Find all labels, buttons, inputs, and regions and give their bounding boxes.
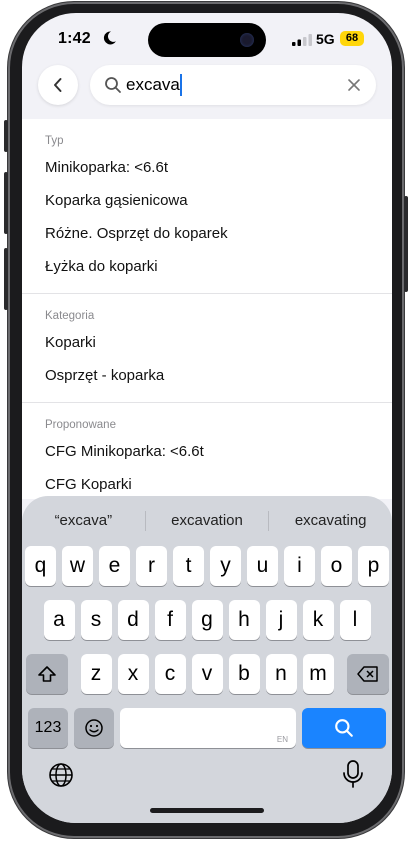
key-o[interactable]: o: [321, 546, 352, 586]
section-type: Typ Minikoparka: <6.6t Koparka gąsienico…: [22, 119, 392, 283]
key-e[interactable]: e: [99, 546, 130, 586]
microphone-icon[interactable]: [338, 758, 368, 790]
shift-key[interactable]: [25, 654, 68, 694]
suggestion-excavation[interactable]: excavation: [146, 504, 269, 538]
numbers-key[interactable]: 123: [28, 708, 68, 748]
back-button[interactable]: [38, 65, 78, 105]
volume-up-button: [4, 172, 8, 234]
suggestion-excavating[interactable]: excavating: [269, 504, 392, 538]
key-d[interactable]: d: [117, 600, 149, 640]
key-v[interactable]: v: [191, 654, 223, 694]
key-row-4: 123 EN: [22, 708, 392, 748]
key-a[interactable]: a: [43, 600, 75, 640]
suggestion-literal[interactable]: “excava”: [22, 504, 145, 538]
list-item[interactable]: CFG Minikoparka: <6.6t: [45, 435, 369, 468]
key-t[interactable]: t: [173, 546, 204, 586]
key-row-3: z x c v b n m: [22, 654, 392, 694]
shift-icon: [37, 666, 56, 682]
section-label: Kategoria: [45, 310, 95, 322]
network-label: 5G: [316, 31, 335, 47]
camera-icon: [240, 33, 254, 47]
status-time: 1:42: [58, 30, 91, 47]
key-g[interactable]: g: [191, 600, 223, 640]
list-item[interactable]: Minikoparka: <6.6t: [45, 151, 369, 184]
search-results: Typ Minikoparka: <6.6t Koparka gąsienico…: [22, 119, 392, 499]
key-m[interactable]: m: [302, 654, 334, 694]
key-l[interactable]: l: [339, 600, 371, 640]
search-key[interactable]: [302, 708, 386, 748]
emoji-icon: [85, 719, 103, 737]
moon-icon: [103, 31, 116, 45]
text-caret: [180, 74, 182, 96]
search-bar[interactable]: [90, 65, 376, 105]
volume-down-button: [4, 248, 8, 310]
key-i[interactable]: i: [284, 546, 315, 586]
list-item[interactable]: Łyżka do koparki: [45, 250, 369, 283]
keyboard: “excava” excavation excavating q w e r t…: [22, 496, 392, 823]
status-bar: 1:42 5G 68: [22, 13, 392, 63]
section-category: Kategoria Koparki Osprzęt - koparka: [22, 294, 392, 392]
key-f[interactable]: f: [154, 600, 186, 640]
search-icon: [335, 719, 353, 737]
key-p[interactable]: p: [358, 546, 389, 586]
screen: 1:42 5G 68 Typ Minikoparka: <6.6t Kopark…: [22, 13, 392, 823]
key-z[interactable]: z: [80, 654, 112, 694]
space-key[interactable]: EN: [120, 708, 296, 748]
suggestion-bar: “excava” excavation excavating: [22, 504, 392, 538]
backspace-icon: [356, 666, 378, 682]
list-item[interactable]: Różne. Osprzęt do koparek: [45, 217, 369, 250]
emoji-key[interactable]: [74, 708, 114, 748]
key-c[interactable]: c: [154, 654, 186, 694]
battery-badge: 68: [340, 31, 364, 46]
key-n[interactable]: n: [265, 654, 297, 694]
key-x[interactable]: x: [117, 654, 149, 694]
section-label: Typ: [45, 135, 64, 147]
globe-icon[interactable]: [46, 760, 76, 790]
chevron-left-icon: [54, 78, 62, 92]
key-w[interactable]: w: [62, 546, 93, 586]
key-s[interactable]: s: [80, 600, 112, 640]
key-y[interactable]: y: [210, 546, 241, 586]
key-b[interactable]: b: [228, 654, 260, 694]
section-suggested: Proponowane CFG Minikoparka: <6.6t CFG K…: [22, 403, 392, 501]
action-button: [4, 120, 8, 152]
key-u[interactable]: u: [247, 546, 278, 586]
key-q[interactable]: q: [25, 546, 56, 586]
signal-icon: [292, 34, 312, 46]
list-item[interactable]: Osprzęt - koparka: [45, 359, 369, 392]
close-icon[interactable]: [346, 77, 362, 93]
dynamic-island: [148, 23, 266, 57]
backspace-key[interactable]: [346, 654, 389, 694]
home-indicator[interactable]: [150, 808, 264, 813]
search-icon: [105, 77, 121, 93]
list-item[interactable]: Koparka gąsienicowa: [45, 184, 369, 217]
power-button: [404, 196, 408, 292]
key-row-2: a s d f g h j k l: [22, 600, 392, 640]
keyboard-language-label: EN: [276, 735, 288, 744]
key-j[interactable]: j: [265, 600, 297, 640]
section-label: Proponowane: [45, 419, 116, 431]
key-h[interactable]: h: [228, 600, 260, 640]
search-input[interactable]: [126, 75, 326, 95]
list-item[interactable]: Koparki: [45, 326, 369, 359]
key-row-1: q w e r t y u i o p: [22, 546, 392, 586]
key-k[interactable]: k: [302, 600, 334, 640]
key-r[interactable]: r: [136, 546, 167, 586]
